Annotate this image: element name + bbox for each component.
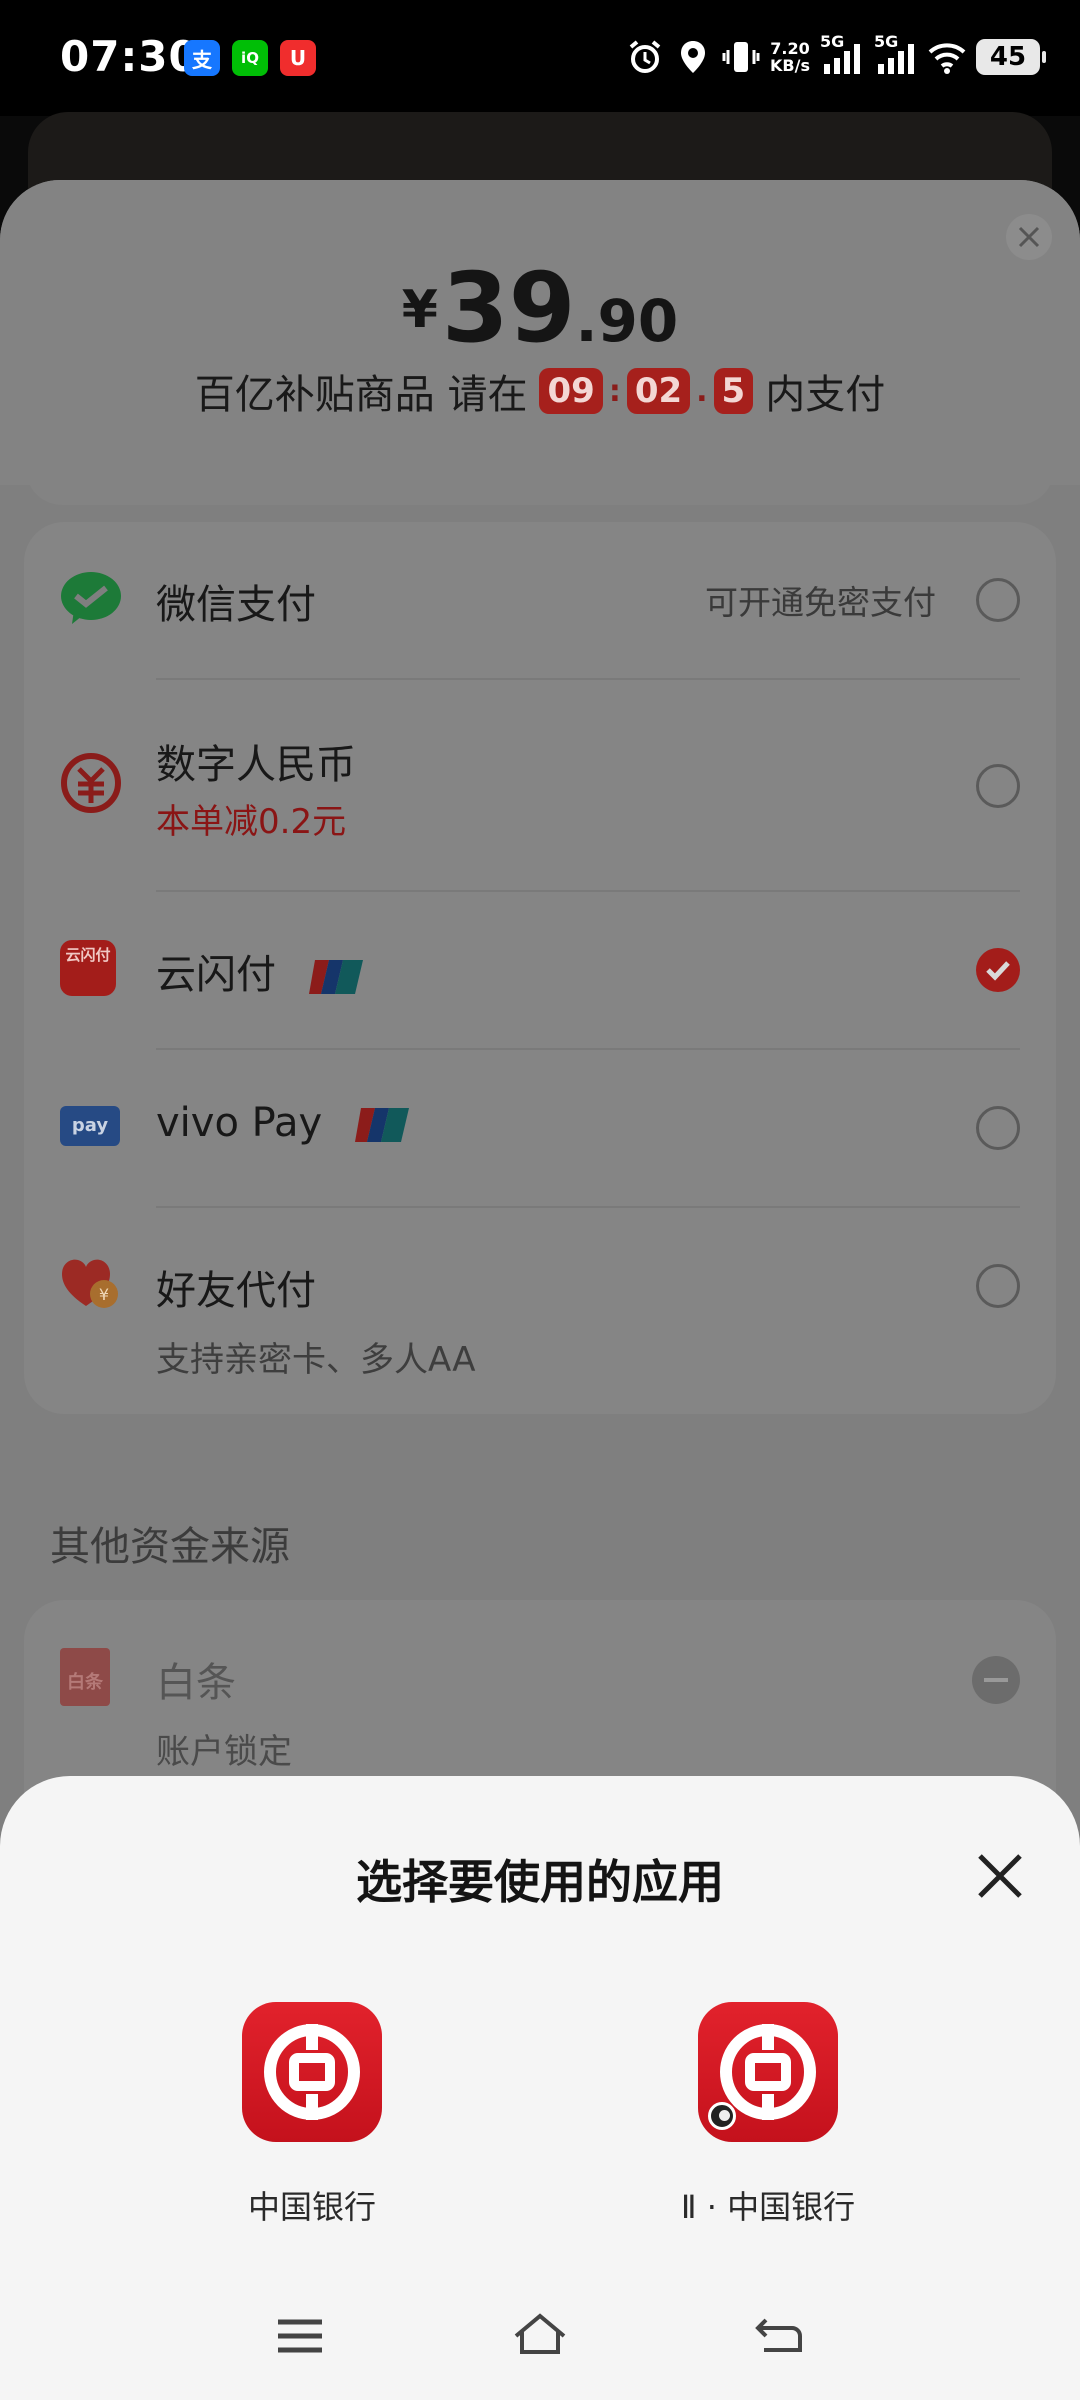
payment-method-cloud-quickpass[interactable]: 云闪付 云闪付 — [24, 892, 1056, 1048]
countdown-seconds: 02 — [626, 368, 691, 414]
radio-wechat[interactable] — [976, 578, 1020, 622]
wifi-icon — [928, 43, 966, 74]
app-label: Ⅱ · 中国银行 — [680, 2188, 856, 2226]
payment-method-digital-rmb[interactable]: 数字人民币 本单减0.2元 — [24, 680, 1056, 890]
payment-method-friend-pay[interactable]: ¥ 好友代付 支持亲密卡、多人AA — [24, 1208, 1056, 1414]
app-option-bank-of-china[interactable]: 中国银行 — [242, 2002, 382, 2226]
radio-digital-rmb[interactable] — [976, 764, 1020, 808]
back-icon[interactable] — [750, 2306, 810, 2366]
digital-rmb-icon — [61, 753, 121, 813]
unionpay-badge-icon — [308, 960, 363, 994]
payment-method-subtitle: 支持亲密卡、多人AA — [156, 1340, 476, 1380]
countdown-minutes: 09 — [539, 368, 603, 414]
wechat-pay-icon — [61, 572, 121, 624]
bank-of-china-icon — [242, 2002, 382, 2142]
radio-friend-pay[interactable] — [976, 1264, 1020, 1308]
svg-text:¥: ¥ — [99, 1285, 109, 1304]
payment-method-name: vivo Pay — [156, 1100, 323, 1146]
checkmark-icon — [986, 961, 1010, 981]
unionpay-badge-icon — [354, 1108, 409, 1142]
close-icon — [1018, 226, 1040, 248]
radio-vivo-pay[interactable] — [976, 1106, 1020, 1150]
location-icon — [681, 41, 706, 73]
status-bar: 07:30 支 iQ U 7.20 KB/s 5G 5G 45 — [0, 0, 1080, 116]
cloud-quickpass-icon: 云闪付 — [60, 940, 116, 996]
baitiao-icon: 白条 — [60, 1648, 110, 1706]
alipay-icon: 支 — [184, 40, 220, 76]
payment-method-subtitle: 账户锁定 — [156, 1732, 292, 1772]
app-label: 中国银行 — [247, 2188, 376, 2226]
app-clone-badge-icon — [708, 2102, 736, 2130]
menu-icon[interactable] — [270, 2306, 330, 2366]
other-sources-title: 其他资金来源 — [50, 1524, 290, 1570]
navigation-bar — [0, 2290, 1080, 2380]
app-option-bank-of-china-clone[interactable]: Ⅱ · 中国银行 — [681, 2002, 855, 2226]
chooser-title: 选择要使用的应用 — [356, 1855, 724, 1909]
bank-of-china-clone-icon — [698, 2002, 838, 2142]
radio-cloud-quickpass[interactable] — [976, 948, 1020, 992]
countdown-tenths: 5 — [713, 368, 754, 414]
payment-method-wechat[interactable]: 微信支付 可开通免密支付 — [24, 522, 1056, 678]
network-speed: 7.20 KB/s — [770, 39, 810, 75]
friend-pay-icon: ¥ — [62, 1259, 118, 1308]
battery-icon: 45 — [976, 39, 1046, 75]
home-icon[interactable] — [510, 2306, 570, 2366]
status-time: 07:30 — [60, 32, 199, 81]
price-amount: ¥39.90 — [401, 252, 679, 364]
payment-method-name: 云闪付 — [156, 952, 276, 998]
payment-method-discount: 本单减0.2元 — [156, 802, 347, 842]
payment-method-name: 数字人民币 — [156, 742, 356, 788]
taobao-special-icon: U — [280, 40, 316, 76]
alarm-icon — [629, 40, 661, 73]
vibrate-icon — [722, 42, 760, 72]
close-chooser-button[interactable] — [972, 1848, 1028, 1904]
payment-methods-list: 微信支付 可开通免密支付 数字人民币 本单减0.2元 云闪付 云闪付 pay v… — [24, 522, 1056, 1414]
iqiyi-icon: iQ — [232, 40, 268, 76]
vivo-pay-icon: pay — [60, 1106, 120, 1146]
disabled-indicator — [972, 1656, 1020, 1704]
signal-sim1-icon: 5G — [820, 32, 864, 76]
payment-method-name: 好友代付 — [156, 1268, 316, 1314]
payment-method-note: 可开通免密支付 — [705, 583, 936, 622]
payment-countdown: 百亿补贴商品 请在 09 : 02 . 5 内支付 — [0, 362, 1080, 420]
payment-method-vivo-pay[interactable]: pay vivo Pay — [24, 1050, 1056, 1206]
payment-method-name: 微信支付 — [156, 582, 316, 628]
price-card: ¥39.90 百亿补贴商品 请在 09 : 02 . 5 内支付 — [0, 180, 1080, 485]
payment-method-name: 白条 — [156, 1660, 236, 1706]
signal-sim2-icon: 5G — [874, 32, 918, 76]
